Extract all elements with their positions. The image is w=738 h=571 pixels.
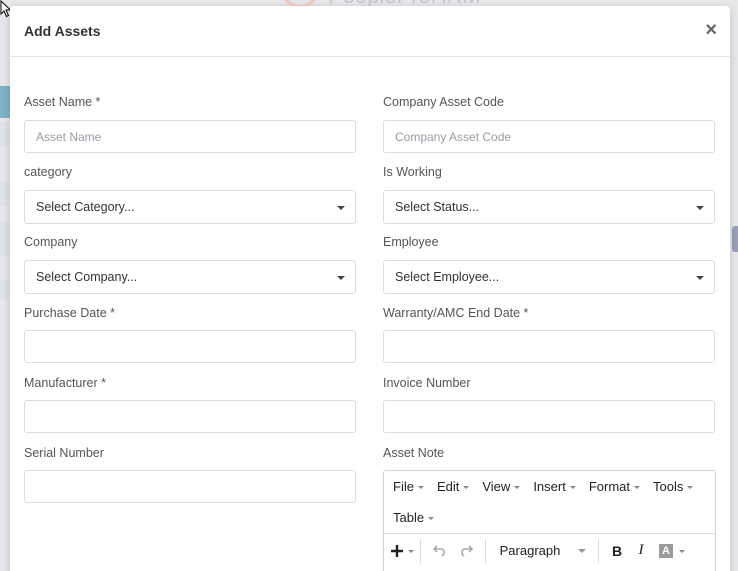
- redo-icon: [461, 544, 473, 557]
- company-asset-code-input[interactable]: [383, 120, 715, 153]
- caret-down-icon: [687, 485, 694, 489]
- asset-name-label: Asset Name *: [24, 95, 101, 109]
- caret-down-icon: [417, 485, 424, 489]
- close-icon[interactable]: ×: [705, 20, 717, 40]
- manufacturer-input[interactable]: [24, 400, 356, 433]
- is-working-select-value: Select Status...: [395, 200, 480, 214]
- menu-edit-label: Edit: [436, 479, 460, 494]
- caret-down-icon: [337, 276, 345, 280]
- editor-menubar: File Edit View Insert Format Tools Table: [384, 471, 715, 533]
- purchase-date-input[interactable]: [24, 330, 356, 363]
- company-label: Company: [24, 235, 78, 249]
- menu-file-label: File: [393, 479, 414, 494]
- undo-icon: [433, 544, 445, 557]
- toolbar-divider: [420, 538, 421, 563]
- is-working-select[interactable]: Select Status...: [383, 190, 715, 224]
- block-format-select[interactable]: Paragraph: [492, 537, 592, 565]
- asset-note-label: Asset Note: [383, 446, 445, 460]
- caret-down-icon: [337, 206, 345, 210]
- caret-down-icon: [408, 549, 414, 553]
- company-asset-code-label: Company Asset Code: [383, 95, 504, 109]
- invoice-number-input[interactable]: [383, 400, 715, 433]
- employee-label: Employee: [383, 235, 439, 249]
- menu-table[interactable]: Table: [388, 502, 439, 533]
- is-working-label: Is Working: [383, 165, 442, 179]
- menu-insert-label: Insert: [533, 479, 566, 494]
- company-select[interactable]: Select Company...: [24, 260, 356, 294]
- menu-table-label: Table: [393, 510, 425, 525]
- background-row: [0, 222, 10, 256]
- employee-select[interactable]: Select Employee...: [383, 260, 715, 294]
- modal-title: Add Assets: [24, 23, 101, 39]
- caret-down-icon: [696, 206, 704, 210]
- redo-button[interactable]: [453, 537, 479, 565]
- asset-note-editor: File Edit View Insert Format Tools Table…: [383, 470, 716, 571]
- insert-button[interactable]: [390, 537, 414, 565]
- category-select-value: Select Category...: [36, 200, 135, 214]
- manufacturer-label: Manufacturer *: [24, 376, 106, 390]
- plus-icon: [391, 544, 403, 557]
- caret-down-icon: [514, 485, 521, 489]
- caret-down-icon: [679, 549, 685, 553]
- caret-down-icon: [428, 516, 435, 520]
- employee-select-value: Select Employee...: [395, 270, 500, 284]
- undo-button[interactable]: [427, 537, 453, 565]
- background-row: [0, 280, 10, 300]
- serial-number-label: Serial Number: [24, 446, 104, 460]
- menu-tools-label: Tools: [653, 479, 684, 494]
- text-color-icon: A: [659, 543, 673, 558]
- background-row: [0, 122, 10, 146]
- menu-view[interactable]: View: [477, 471, 525, 502]
- toolbar-divider: [485, 538, 486, 563]
- modal-header: Add Assets ×: [10, 6, 730, 57]
- purchase-date-label: Purchase Date *: [24, 306, 116, 320]
- company-select-value: Select Company...: [36, 270, 138, 284]
- menu-format-label: Format: [588, 479, 630, 494]
- caret-down-icon: [569, 485, 576, 489]
- toolbar-divider: [598, 538, 599, 563]
- background-row: [0, 182, 10, 206]
- caret-down-icon: [578, 548, 587, 553]
- category-label: category: [24, 165, 72, 179]
- menu-insert[interactable]: Insert: [528, 471, 581, 502]
- bold-icon[interactable]: B: [605, 537, 629, 565]
- block-format-value: Paragraph: [499, 543, 561, 558]
- warranty-end-date-input[interactable]: [383, 330, 715, 363]
- menu-view-label: View: [482, 479, 511, 494]
- menu-tools[interactable]: Tools: [648, 471, 698, 502]
- menu-format[interactable]: Format: [584, 471, 645, 502]
- caret-down-icon: [696, 276, 704, 280]
- warranty-end-date-label: Warranty/AMC End Date *: [383, 306, 529, 320]
- asset-name-input[interactable]: [24, 120, 356, 153]
- menu-edit[interactable]: Edit: [432, 471, 474, 502]
- serial-number-input[interactable]: [24, 470, 356, 503]
- background-button: [0, 86, 10, 118]
- editor-toolbar: Paragraph B I A: [384, 533, 715, 567]
- category-select[interactable]: Select Category...: [24, 190, 356, 224]
- menu-file[interactable]: File: [388, 471, 429, 502]
- text-color-button[interactable]: A: [653, 537, 689, 565]
- caret-down-icon: [634, 485, 640, 489]
- background-side-tab: [732, 226, 738, 252]
- italic-icon[interactable]: I: [629, 537, 653, 565]
- invoice-number-label: Invoice Number: [383, 376, 471, 390]
- caret-down-icon: [463, 485, 470, 489]
- add-assets-modal: Add Assets × Asset Name * Company Asset …: [10, 6, 730, 571]
